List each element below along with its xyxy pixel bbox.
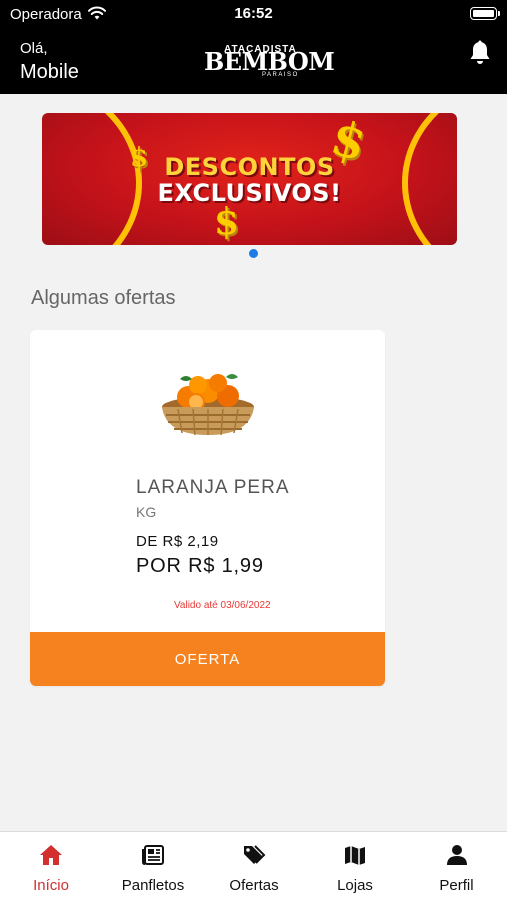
- status-bar: Operadora 16:52: [0, 0, 507, 28]
- bell-icon[interactable]: [468, 40, 492, 66]
- tab-ofertas[interactable]: Ofertas: [204, 832, 304, 900]
- user-name: Mobile: [20, 61, 79, 83]
- tab-label: Ofertas: [229, 877, 279, 894]
- tab-perfil[interactable]: Perfil: [406, 832, 507, 900]
- battery-icon: [470, 7, 500, 20]
- tab-label: Início: [33, 877, 69, 894]
- tab-inicio[interactable]: Início: [0, 832, 102, 900]
- user-icon: [446, 845, 467, 865]
- tab-label: Perfil: [439, 877, 474, 894]
- tag-icon: [244, 845, 266, 864]
- brand-logo: ATACADISTA BEMBOM PARAISO: [204, 43, 335, 83]
- tab-label: Lojas: [337, 877, 373, 894]
- logo-main-text: BEMBOM: [204, 47, 335, 76]
- offer-card[interactable]: LARANJA PERA KG DE R$ 2,19 POR R$ 1,99 V…: [30, 330, 385, 686]
- tab-label: Panfletos: [121, 877, 185, 894]
- offer-price: POR R$ 1,99: [136, 555, 264, 577]
- newspaper-icon: [142, 845, 164, 865]
- clock: 16:52: [234, 5, 273, 22]
- validity-date: Valido até 03/06/2022: [174, 600, 271, 611]
- offer-button[interactable]: OFERTA: [30, 632, 385, 686]
- greeting-label: Olá,: [20, 40, 48, 57]
- orange-basket-image: [162, 374, 254, 436]
- tab-lojas[interactable]: Lojas: [304, 832, 406, 900]
- product-name: LARANJA PERA: [136, 477, 290, 498]
- map-icon: [345, 846, 365, 865]
- original-price: DE R$ 2,19: [136, 533, 219, 550]
- dollar-coin-icon: $: [214, 201, 240, 243]
- logo-sub-text: PARAISO: [262, 72, 299, 78]
- banner-subheadline: EXCLUSIVOS!: [157, 179, 342, 207]
- promo-banner[interactable]: $ $ $ DESCONTOS EXCLUSIVOS!: [42, 113, 457, 245]
- bottom-tab-bar: Início Panfletos Ofertas Lojas Perfil: [0, 831, 507, 900]
- product-unit: KG: [136, 504, 157, 520]
- banner-headline: DESCONTOS: [164, 153, 335, 181]
- tab-panfletos[interactable]: Panfletos: [102, 832, 204, 900]
- home-icon: [40, 845, 62, 865]
- app-header: Olá, Mobile ATACADISTA BEMBOM PARAISO: [0, 28, 507, 94]
- carousel-page-indicator[interactable]: [249, 249, 258, 258]
- section-title: Algumas ofertas: [31, 287, 176, 309]
